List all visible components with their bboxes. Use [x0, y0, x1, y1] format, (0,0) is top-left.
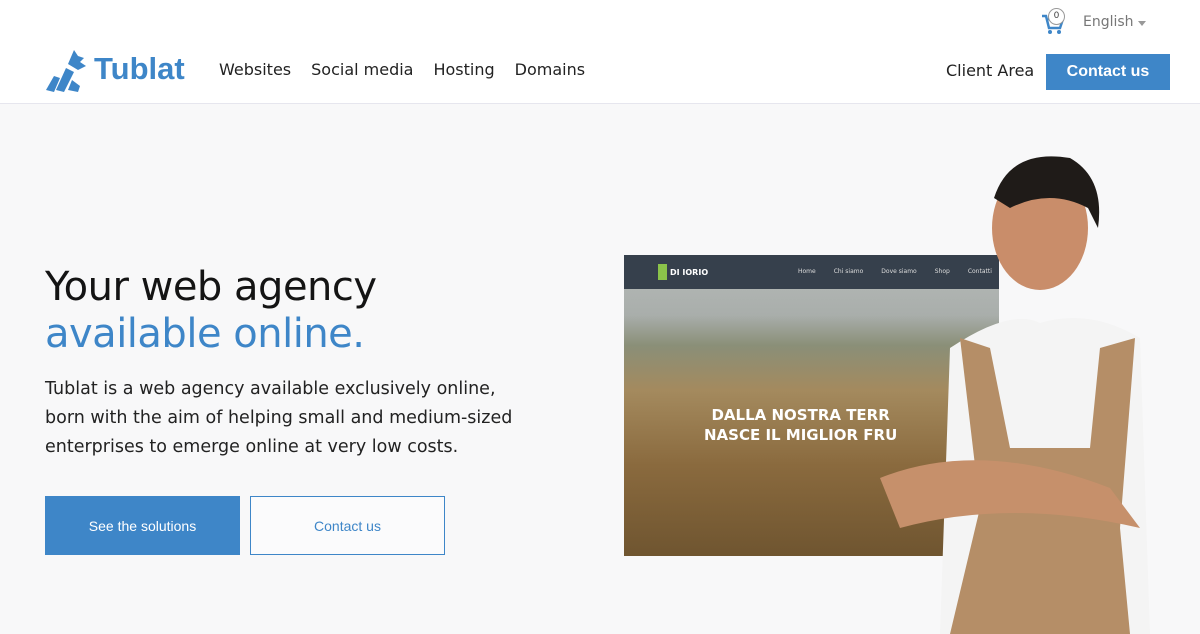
farmer-person-image: [880, 156, 1150, 634]
mockup-logo-icon: [658, 264, 667, 280]
mockup-brand: DI IORIO: [670, 267, 709, 277]
brand-logo[interactable]: Tublat: [44, 46, 185, 92]
mockup-link: Home: [798, 268, 816, 275]
chevron-down-icon: [1137, 20, 1146, 26]
hero-description: Tublat is a web agency available exclusi…: [45, 379, 513, 457]
language-selector[interactable]: English: [1083, 14, 1146, 30]
hero-title: Your web agency available online.: [45, 264, 377, 358]
client-area-link[interactable]: Client Area: [946, 61, 1034, 80]
header-contact-button[interactable]: Contact us: [1046, 54, 1170, 90]
nav-hosting[interactable]: Hosting: [433, 60, 494, 79]
nav-domains[interactable]: Domains: [515, 60, 585, 79]
tublat-logo-icon: [46, 50, 86, 92]
site-header: Tublat Websites Social media Hosting Dom…: [0, 0, 1200, 104]
main-nav: Websites Social media Hosting Domains: [219, 60, 585, 79]
hero-title-line1: Your web agency: [45, 264, 377, 310]
nav-websites[interactable]: Websites: [219, 60, 291, 79]
nav-social-media[interactable]: Social media: [311, 60, 413, 79]
hero-contact-button[interactable]: Contact us: [250, 496, 445, 555]
hero-title-line2: available online.: [45, 311, 365, 357]
language-label: English: [1083, 14, 1134, 30]
brand-name: Tublat: [94, 51, 185, 86]
see-solutions-button[interactable]: See the solutions: [45, 496, 240, 555]
mockup-logo: DI IORIO: [658, 264, 708, 280]
cart-count-badge: 0: [1048, 8, 1065, 25]
mockup-link: Chi siamo: [833, 268, 864, 275]
